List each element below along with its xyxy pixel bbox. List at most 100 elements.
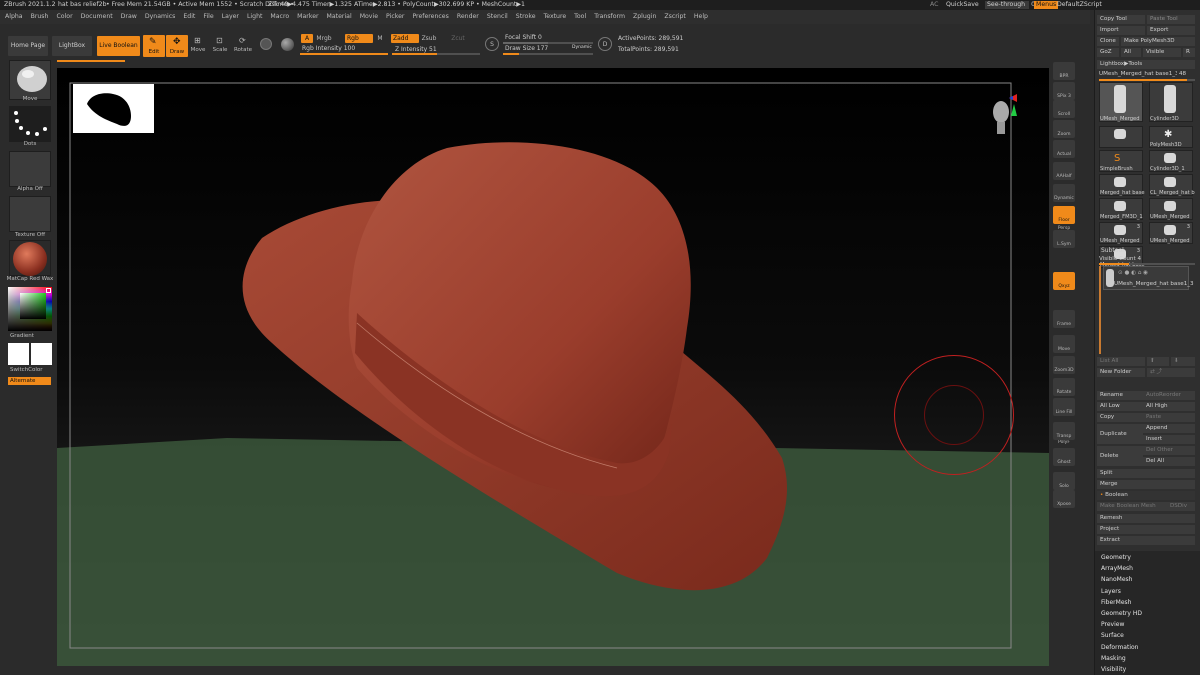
menus-button[interactable]: Menus: [1034, 1, 1059, 9]
strip-ghost[interactable]: Ghost: [1053, 448, 1075, 466]
tool-tile[interactable]: [1099, 126, 1143, 148]
subtool-list-item[interactable]: ⊙ ● ◐ ⌂ ◉ UMesh_Merged_hat base1_3: [1103, 266, 1194, 290]
quicksave-button[interactable]: QuickSave: [946, 0, 979, 10]
color-picker[interactable]: [8, 287, 52, 331]
zsub-toggle[interactable]: Zsub: [420, 34, 438, 43]
orientation-head-icon[interactable]: [989, 94, 1017, 142]
alpha-thumbnail[interactable]: [9, 151, 51, 187]
menu-stencil[interactable]: Stencil: [487, 13, 508, 20]
section-arraymesh[interactable]: ArrayMesh: [1101, 565, 1133, 572]
material-thumbnail[interactable]: [9, 240, 51, 276]
section-layers[interactable]: Layers: [1101, 588, 1121, 595]
menu-dynamics[interactable]: Dynamics: [145, 13, 176, 20]
menu-color[interactable]: Color: [56, 13, 72, 20]
draw-mode-button[interactable]: ✥ Draw: [166, 35, 188, 57]
menu-zscript[interactable]: Zscript: [664, 13, 685, 20]
rotate-mode-button[interactable]: ⟳ Rotate: [233, 35, 253, 57]
menu-macro[interactable]: Macro: [270, 13, 289, 20]
import-button[interactable]: Import: [1097, 26, 1145, 35]
stroke-thumbnail[interactable]: [9, 106, 51, 142]
draw-size-slider[interactable]: [503, 53, 593, 55]
dsdiv-field[interactable]: DSDiv: [1167, 502, 1195, 511]
menu-stroke[interactable]: Stroke: [516, 13, 536, 20]
goz-button[interactable]: GoZ: [1097, 48, 1119, 57]
tool-tile[interactable]: Cylinder3D: [1149, 82, 1193, 122]
canvas-viewport[interactable]: [57, 68, 1049, 666]
tool-tile[interactable]: S SimpleBrush: [1099, 150, 1143, 172]
tool-tile[interactable]: CL_Merged_hat b: [1149, 174, 1195, 196]
tool-tile[interactable]: UMesh_Merged 3: [1149, 222, 1193, 244]
section-visibility[interactable]: Visibility: [1101, 666, 1126, 673]
material-sphere-icon[interactable]: [260, 38, 272, 50]
strip-l-sym[interactable]: L.Sym: [1053, 230, 1075, 248]
paste-button[interactable]: Paste: [1143, 413, 1195, 422]
zcut-toggle[interactable]: Zcut: [449, 34, 467, 43]
strip-floor[interactable]: Floor: [1053, 206, 1075, 224]
strip-move[interactable]: Move: [1053, 335, 1075, 353]
live-boolean-button[interactable]: Live Boolean: [97, 36, 140, 56]
section-surface[interactable]: Surface: [1101, 632, 1124, 639]
menu-movie[interactable]: Movie: [360, 13, 378, 20]
menu-document[interactable]: Document: [81, 13, 113, 20]
menu-help[interactable]: Help: [694, 13, 708, 20]
default-zscript-button[interactable]: DefaultZScript: [1057, 0, 1102, 10]
menu-material[interactable]: Material: [327, 13, 352, 20]
mrgb-toggle[interactable]: Mrgb: [315, 34, 333, 43]
new-folder-button[interactable]: New Folder: [1097, 368, 1145, 377]
menu-alpha[interactable]: Alpha: [5, 13, 23, 20]
autoreorder-button[interactable]: AutoReorder: [1143, 391, 1195, 400]
strip-transp[interactable]: Transp: [1053, 422, 1075, 440]
section-geometry-hd[interactable]: Geometry HD: [1101, 610, 1142, 617]
color-sphere-icon[interactable]: [281, 38, 294, 51]
split-button[interactable]: Split: [1097, 469, 1195, 478]
subtool-header[interactable]: Subtool: [1101, 247, 1124, 254]
strip-spix-3[interactable]: SPix 3: [1053, 82, 1075, 100]
move-up-button[interactable]: ⬆: [1147, 357, 1169, 366]
z-intensity-slider[interactable]: [392, 53, 480, 55]
spotlight-s-icon[interactable]: S: [485, 37, 499, 51]
strip-xpose[interactable]: Xpose: [1053, 490, 1075, 508]
lightbox-button[interactable]: LightBox: [52, 36, 92, 56]
move-down-button[interactable]: ⬇: [1171, 357, 1195, 366]
strip-actual[interactable]: Actual: [1053, 140, 1075, 158]
tool-tile[interactable]: UMesh_Merged 3: [1099, 222, 1143, 244]
strip-scroll[interactable]: Scroll: [1053, 100, 1075, 118]
menu-tool[interactable]: Tool: [574, 13, 586, 20]
del-all-button[interactable]: Del All: [1143, 457, 1195, 466]
menu-light[interactable]: Light: [247, 13, 262, 20]
strip-solo[interactable]: Solo: [1053, 472, 1075, 490]
strip-dynamic-persp[interactable]: Dynamic Persp: [1053, 184, 1075, 231]
section-deformation[interactable]: Deformation: [1101, 644, 1138, 651]
copy-button[interactable]: Copy: [1097, 413, 1143, 422]
menu-texture[interactable]: Texture: [544, 13, 567, 20]
scale-mode-button[interactable]: ⊡ Scale: [211, 35, 229, 57]
strip-bpr[interactable]: BPR: [1053, 62, 1075, 80]
strip-aahalf[interactable]: AAHalf: [1053, 162, 1075, 180]
strip-zoom3d[interactable]: Zoom3D: [1053, 356, 1075, 374]
menu-zplugin[interactable]: Zplugin: [633, 13, 656, 20]
merge-button[interactable]: Merge: [1097, 480, 1195, 489]
tool-tile[interactable]: ✱ PolyMesh3D: [1149, 126, 1193, 148]
folder-actions-button[interactable]: ⇄ ⤴: [1147, 368, 1195, 377]
menu-picker[interactable]: Picker: [386, 13, 404, 20]
insert-button[interactable]: Insert: [1143, 435, 1195, 444]
section-fibermesh[interactable]: FiberMesh: [1101, 599, 1131, 606]
list-all-button[interactable]: List All: [1097, 357, 1145, 366]
strip-rotate[interactable]: Rotate: [1053, 378, 1075, 396]
home-page-button[interactable]: Home Page: [8, 36, 48, 56]
tool-tile[interactable]: Cylinder3D_1: [1149, 150, 1193, 172]
zadd-toggle[interactable]: Zadd: [391, 34, 419, 43]
tool-tile[interactable]: UMesh_Merged: [1099, 82, 1143, 122]
strip-frame[interactable]: Frame: [1053, 310, 1075, 328]
delete-button[interactable]: Delete: [1097, 446, 1143, 466]
clone-button[interactable]: Clone: [1097, 37, 1119, 46]
goz-all-button[interactable]: All: [1121, 48, 1141, 57]
extract-button[interactable]: Extract: [1097, 536, 1195, 545]
menu-render[interactable]: Render: [457, 13, 479, 20]
menu-file[interactable]: File: [203, 13, 213, 20]
remesh-button[interactable]: Remesh: [1097, 514, 1195, 523]
duplicate-button[interactable]: Duplicate: [1097, 424, 1143, 444]
color-picker-square[interactable]: [20, 293, 46, 319]
boolean-button[interactable]: • Boolean: [1097, 491, 1195, 500]
texture-thumbnail[interactable]: [9, 196, 51, 232]
